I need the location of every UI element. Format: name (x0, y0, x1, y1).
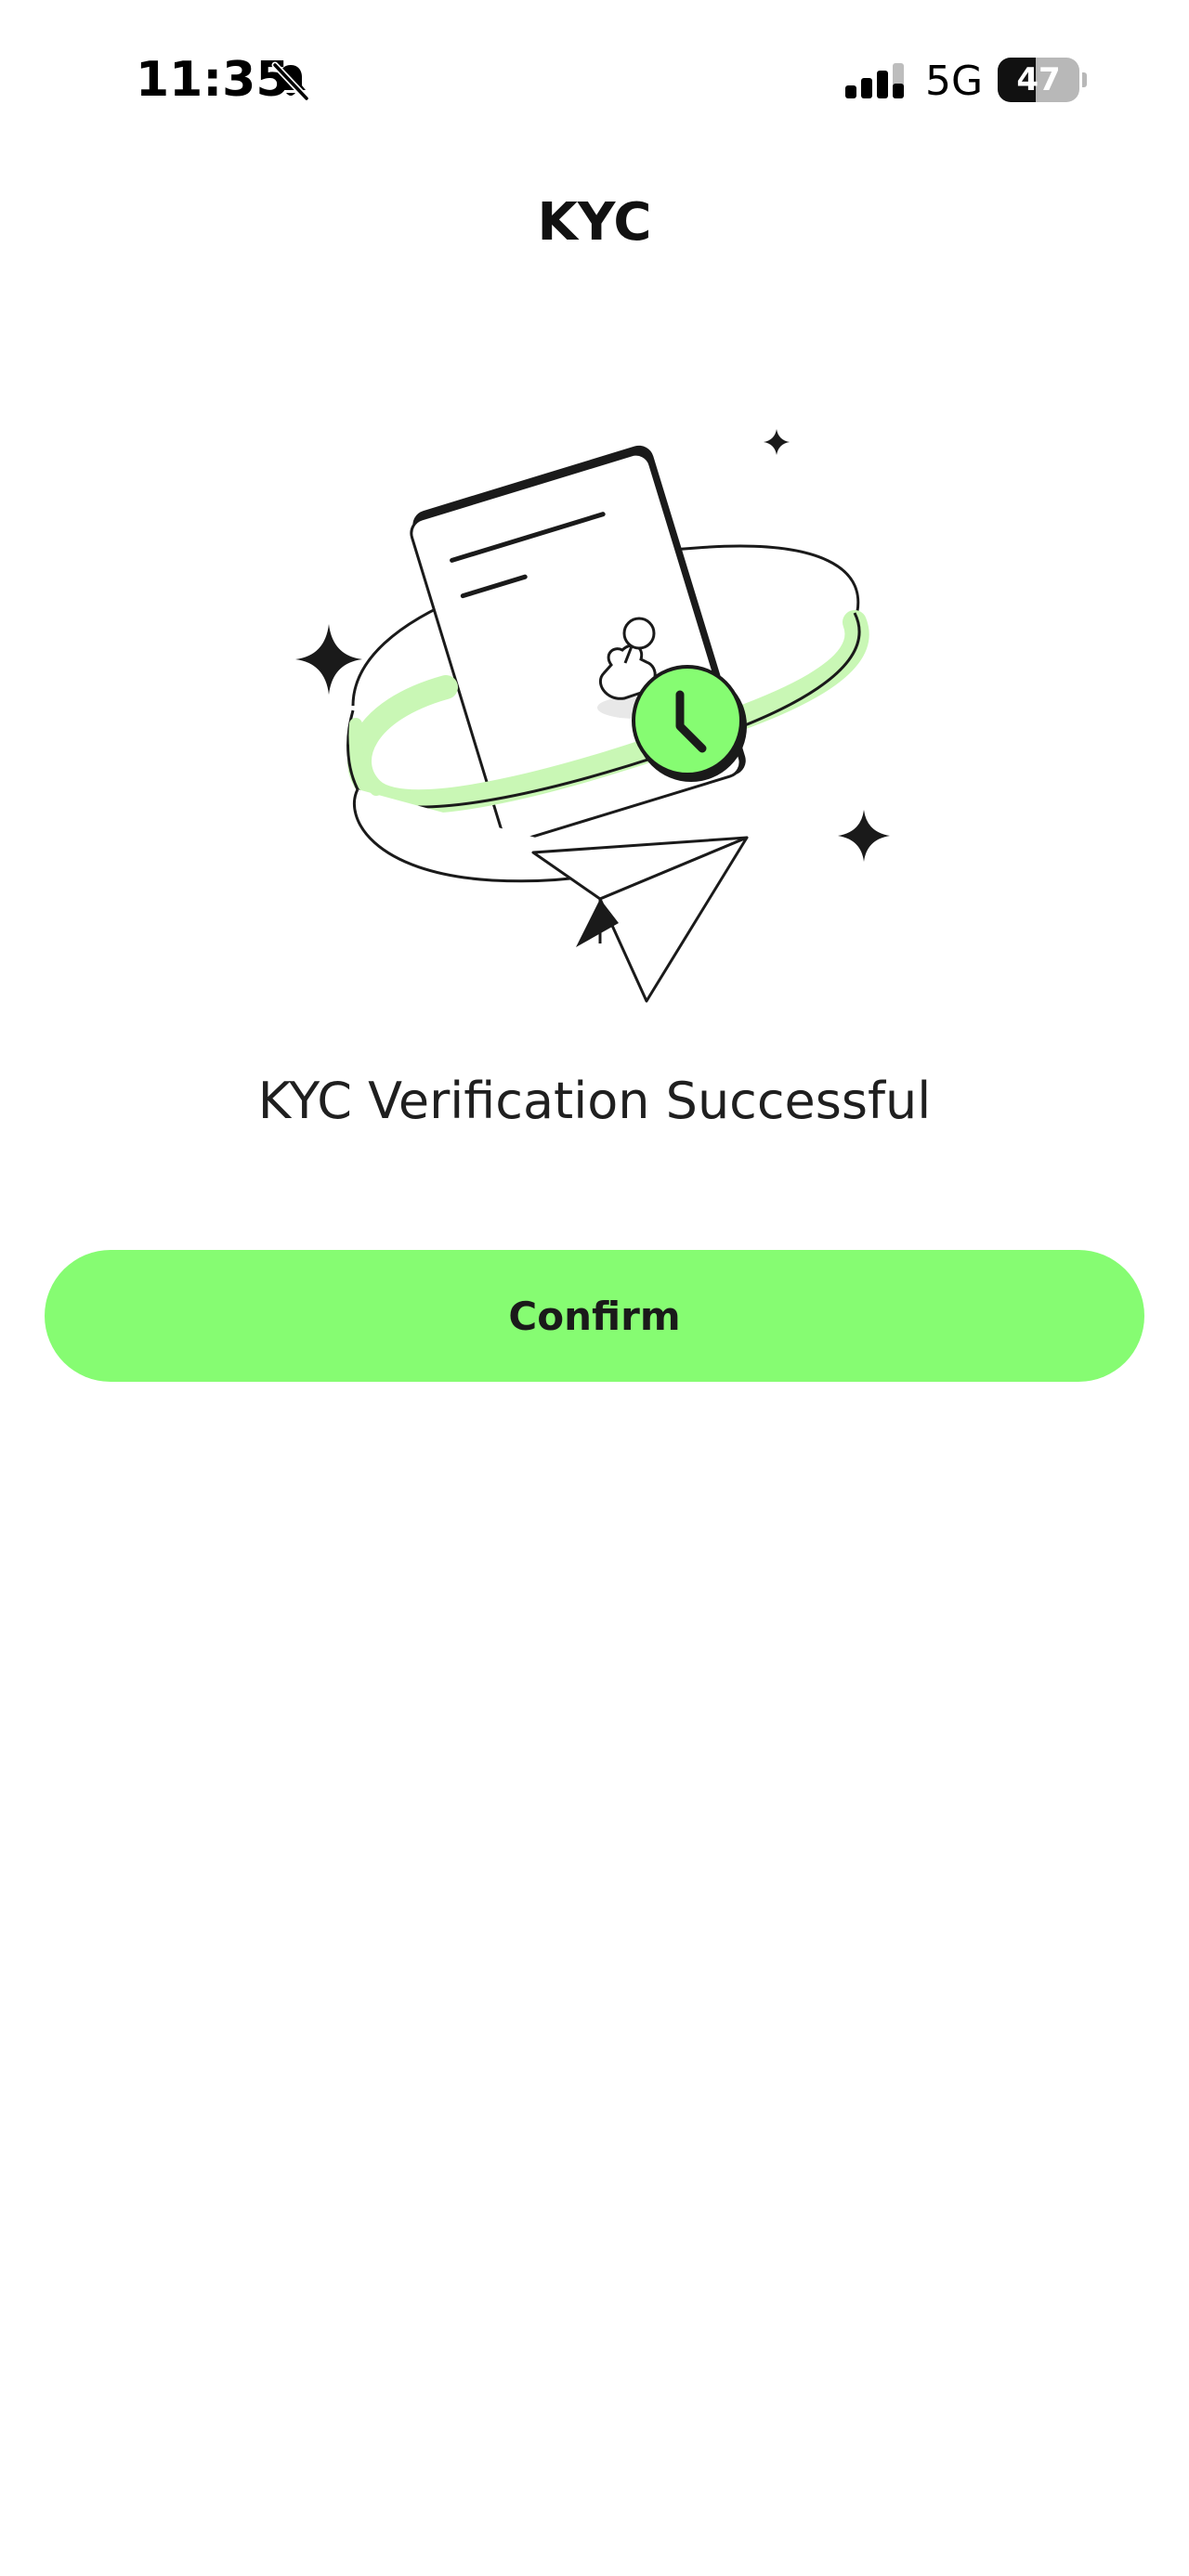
kyc-success-illustration (295, 429, 890, 1003)
status-time: 11:35 (136, 52, 290, 108)
status-bar: 11:35 5G 47 (0, 0, 1189, 158)
confirm-button-label: Confirm (508, 1293, 681, 1339)
paper-plane-icon (531, 836, 749, 1003)
battery-level: 47 (1016, 61, 1061, 98)
bell-muted-icon (271, 61, 310, 102)
network-type: 5G (925, 58, 984, 105)
page-title: KYC (537, 192, 652, 253)
signal-icon (845, 63, 904, 98)
battery-icon: 47 (998, 58, 1087, 102)
confirm-button[interactable]: Confirm (45, 1250, 1144, 1382)
success-message: KYC Verification Successful (257, 1072, 932, 1130)
